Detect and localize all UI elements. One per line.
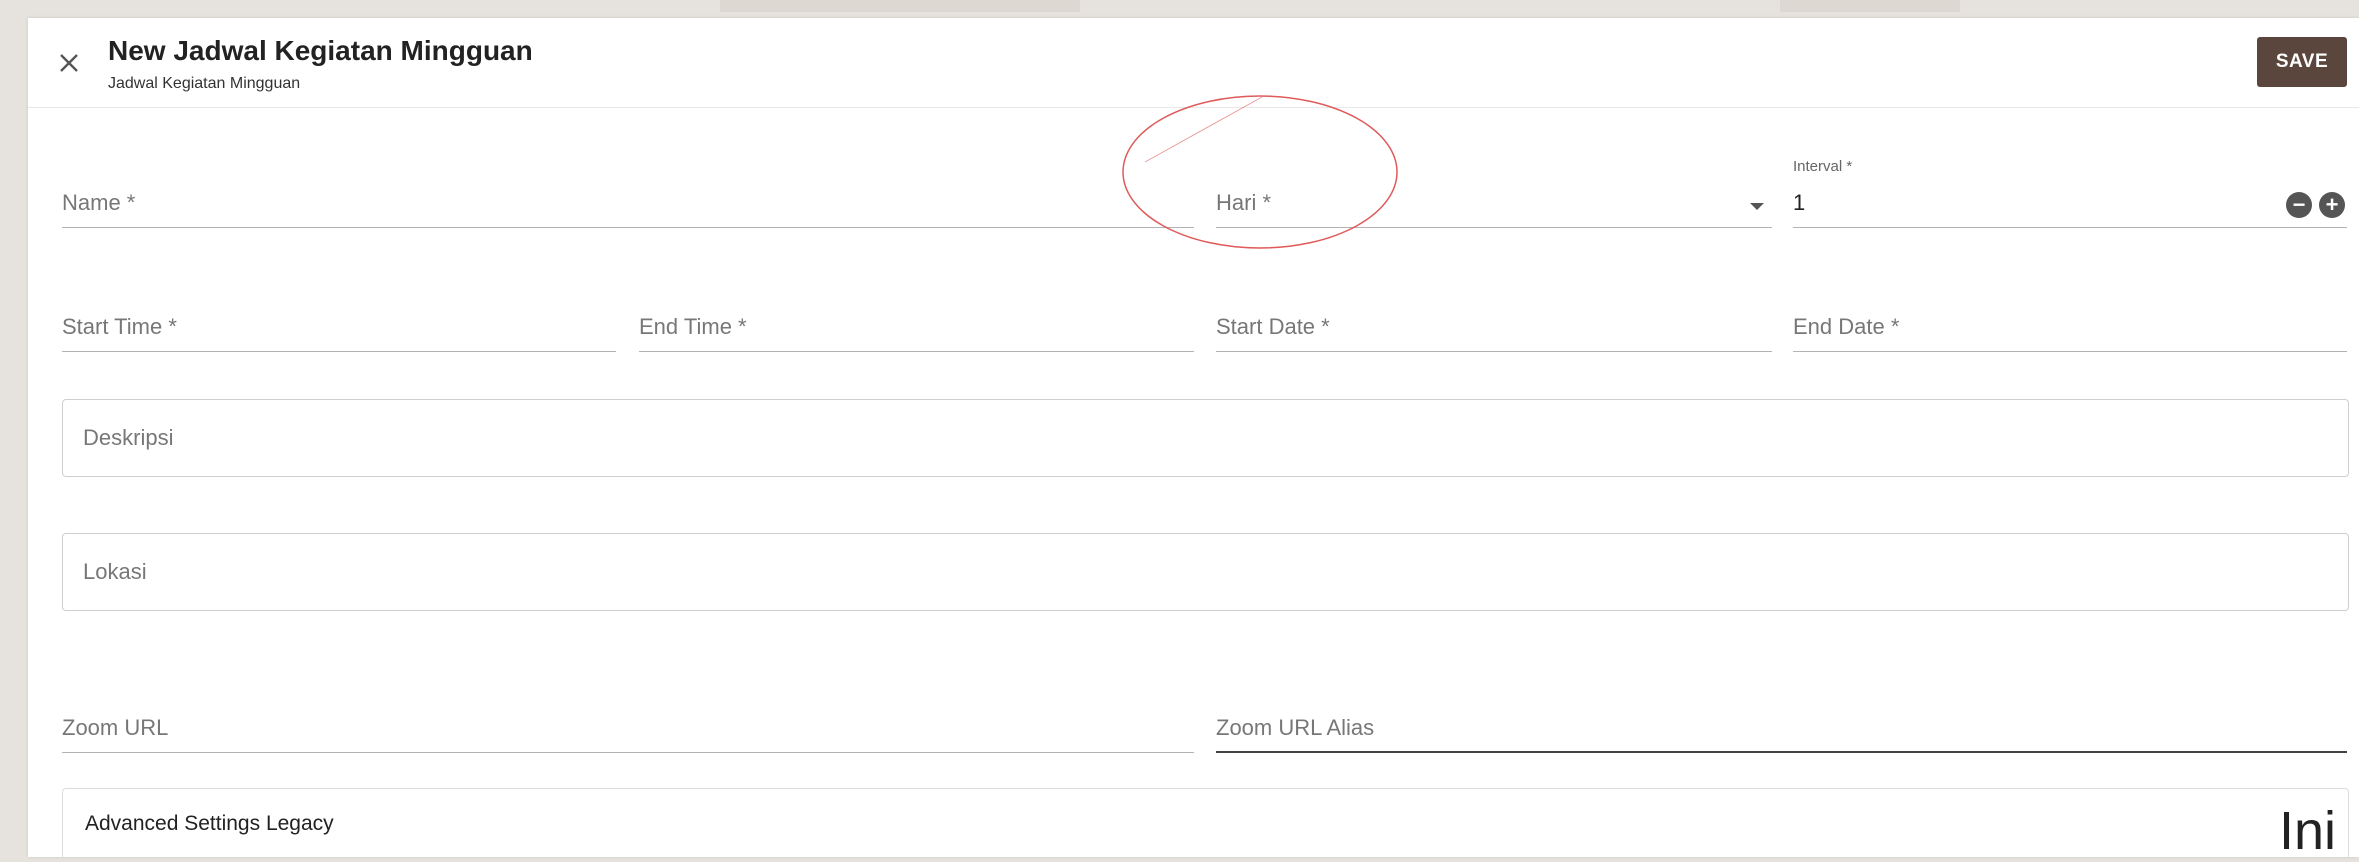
interval-label: Interval * [1793, 158, 1853, 175]
zoom-url-field[interactable]: Zoom URL [62, 693, 1194, 753]
close-button[interactable] [54, 48, 84, 78]
background-shape [1780, 0, 1960, 12]
close-icon [60, 54, 78, 72]
advanced-settings-label: Advanced Settings Legacy [85, 812, 334, 835]
end-date-field[interactable]: End Date * [1793, 292, 2347, 352]
zoom-url-alias-underline [1216, 751, 2347, 753]
zoom-url-underline [62, 752, 1194, 753]
dialog-panel: New Jadwal Kegiatan Mingguan Jadwal Kegi… [28, 18, 2359, 858]
lokasi-label: Lokasi [83, 559, 147, 584]
dialog-header: New Jadwal Kegiatan Mingguan Jadwal Kegi… [28, 18, 2359, 108]
start-time-field[interactable]: Start Time * [62, 292, 616, 352]
deskripsi-field[interactable]: Deskripsi [62, 399, 2349, 477]
interval-stepper[interactable]: Interval * 1 − + [1793, 158, 2347, 228]
deskripsi-label: Deskripsi [83, 425, 174, 450]
end-time-underline [639, 351, 1194, 352]
interval-value: 1 [1793, 190, 1806, 215]
page-subtitle: Jadwal Kegiatan Mingguan [108, 75, 301, 92]
start-date-underline [1216, 351, 1772, 352]
minus-circle-icon[interactable]: − [2286, 192, 2312, 218]
advanced-settings-panel[interactable]: Advanced Settings Legacy [62, 788, 2349, 858]
end-time-field[interactable]: End Time * [639, 292, 1194, 352]
interval-underline [1793, 227, 2347, 228]
end-date-underline [1793, 351, 2347, 352]
name-underline [62, 227, 1194, 228]
start-date-field[interactable]: Start Date * [1216, 292, 1772, 352]
start-time-underline [62, 351, 616, 352]
lokasi-field[interactable]: Lokasi [62, 533, 2349, 611]
hari-underline [1216, 227, 1772, 228]
zoom-url-alias-field[interactable]: Zoom URL Alias [1216, 693, 2347, 753]
zoom-url-alias-label: Zoom URL Alias [1216, 715, 1375, 740]
chevron-down-icon [1750, 203, 1764, 210]
page-title: New Jadwal Kegiatan Mingguan [108, 35, 533, 66]
hari-select[interactable]: Hari * [1216, 168, 1772, 228]
end-date-label: End Date * [1793, 314, 1900, 339]
name-label: Name * [62, 190, 136, 215]
start-time-label: Start Time * [62, 314, 177, 339]
end-time-label: End Time * [639, 314, 747, 339]
zoom-url-label: Zoom URL [62, 715, 169, 740]
name-field[interactable]: Name * [62, 168, 1194, 228]
plus-circle-icon[interactable]: + [2319, 192, 2345, 218]
save-button[interactable]: SAVE [2257, 37, 2347, 87]
background-shape [720, 0, 1080, 12]
annotation-text: Ini [2279, 801, 2337, 861]
start-date-label: Start Date * [1216, 314, 1330, 339]
hari-label: Hari * [1216, 190, 1272, 215]
